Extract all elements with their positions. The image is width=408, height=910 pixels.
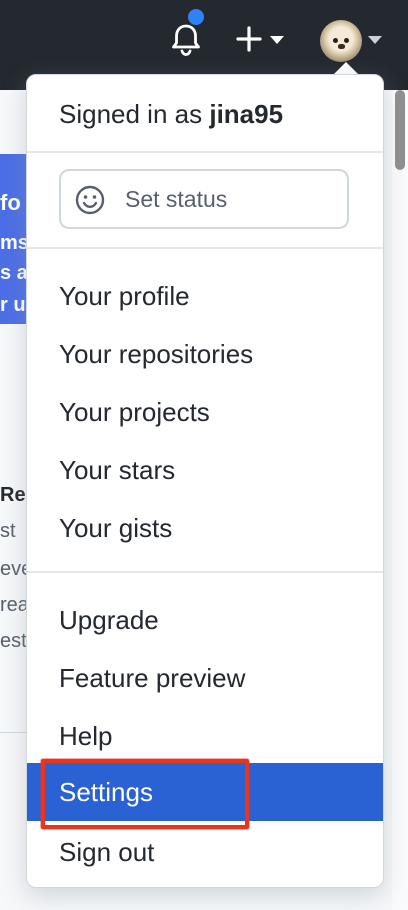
menu-item-label: Your gists: [59, 513, 173, 543]
menu-item-label: Your repositories: [59, 339, 254, 369]
signed-in-label: Signed in as: [59, 99, 203, 129]
create-new-menu-button[interactable]: [232, 20, 292, 60]
banner-text: fo: [0, 190, 21, 215]
set-status-label: Set status: [125, 186, 228, 212]
menu-item-label: Upgrade: [59, 605, 159, 635]
menu-item-label: Your profile: [59, 281, 190, 311]
menu-item-label: Settings: [59, 777, 153, 807]
background-text: rea: [0, 594, 29, 616]
set-status-button[interactable]: Set status: [59, 169, 349, 229]
menu-item-your-profile[interactable]: Your profile: [27, 267, 383, 325]
menu-item-help[interactable]: Help: [27, 707, 383, 765]
menu-item-label: Sign out: [59, 837, 155, 867]
dropdown-pointer: [334, 62, 358, 74]
scrollbar-track[interactable]: [392, 90, 408, 910]
menu-item-feature-preview[interactable]: Feature preview: [27, 649, 383, 707]
avatar-eye: [333, 38, 338, 43]
divider: [27, 571, 383, 573]
menu-item-sign-out[interactable]: Sign out: [27, 823, 383, 881]
smiley-icon: [75, 185, 105, 215]
scrollbar-thumb[interactable]: [395, 90, 405, 170]
banner-text: s a: [0, 262, 28, 284]
menu-item-label: Help: [59, 721, 113, 751]
divider: [27, 151, 383, 153]
divider: [27, 247, 383, 249]
menu-item-your-projects[interactable]: Your projects: [27, 383, 383, 441]
avatar-eye: [344, 38, 349, 43]
user-avatar-button[interactable]: [320, 20, 362, 62]
chevron-down-icon[interactable]: [368, 36, 382, 44]
menu-item-upgrade[interactable]: Upgrade: [27, 591, 383, 649]
avatar-nose: [338, 44, 345, 49]
banner-text: ms: [0, 232, 29, 254]
menu-item-label: Your projects: [59, 397, 210, 427]
menu-item-label: Feature preview: [59, 663, 246, 693]
notification-badge: [186, 7, 206, 27]
menu-item-label: Your stars: [59, 455, 176, 485]
menu-item-settings[interactable]: Settings: [27, 763, 383, 821]
background-text: est: [0, 630, 27, 652]
user-dropdown-menu: Signed in as jina95 Set status Your prof…: [26, 74, 384, 888]
menu-item-your-stars[interactable]: Your stars: [27, 441, 383, 499]
background-text: st: [0, 520, 16, 542]
chevron-down-icon: [270, 36, 284, 44]
banner-text: r u: [0, 294, 26, 316]
menu-item-your-gists[interactable]: Your gists: [27, 499, 383, 557]
plus-icon: [236, 26, 262, 52]
signed-in-header: Signed in as jina95: [59, 99, 283, 130]
username: jina95: [209, 99, 284, 129]
menu-item-your-repositories[interactable]: Your repositories: [27, 325, 383, 383]
